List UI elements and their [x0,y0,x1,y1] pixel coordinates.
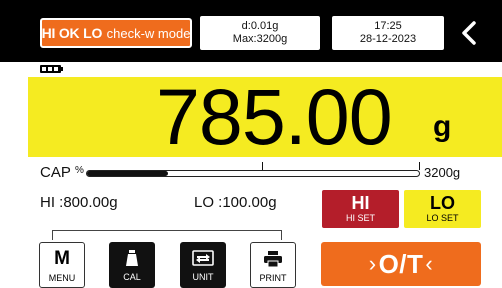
capacity-percent-symbol: % [75,165,84,176]
menu-glyph: M [54,248,70,269]
capacity-max-label: 3200g [424,165,461,180]
weight-unit: g [433,110,452,143]
date-text: 28-12-2023 [359,33,417,45]
printer-icon [263,248,283,270]
top-bar: HI OK LO check-w mode d:0.01g Max:3200g … [0,0,502,62]
lo-set-title: LO [430,193,455,213]
hi-set-caption: HI SET [345,213,375,223]
max-capacity-text: Max:3200g [232,33,288,45]
print-button[interactable]: PRINT [250,242,296,288]
cal-label: CAL [123,272,141,282]
unit-label: UNIT [192,272,214,282]
mode-label: check-w mode [106,25,191,41]
print-label: PRINT [259,273,287,283]
weight-icon [123,247,141,269]
unit-button[interactable]: UNIT [180,242,226,288]
swap-icon [192,247,214,269]
time-text: 17:25 [374,20,402,32]
resolution-info: d:0.01g Max:3200g [200,16,320,50]
lo-limit-value: LO :100.00g [194,194,277,211]
datetime-info: 17:25 28-12-2023 [332,16,444,50]
battery-icon [40,65,64,73]
hi-set-title: HI [351,193,370,213]
back-button[interactable] [452,14,486,52]
zero-tare-button[interactable]: › O/T ‹ [321,242,481,286]
check-weigh-mode-button[interactable]: HI OK LO check-w mode [40,18,192,48]
weight-readout: 785.00 [156,72,393,161]
key-group-bracket [52,230,282,240]
capacity-bar [86,170,420,177]
division-text: d:0.01g [241,20,279,32]
cal-button[interactable]: CAL [109,242,155,288]
menu-label: MENU [48,273,76,283]
hi-limit-value: HI :800.00g [40,194,118,211]
zero-right-arrow: ‹ [425,251,434,276]
mode-bold-label: HI OK LO [41,25,103,41]
zero-tare-label: O/T [378,248,424,279]
lo-set-caption: LO SET [426,213,459,223]
capacity-tick-mid [262,162,263,170]
capacity-label: CAP [40,164,71,181]
chevron-left-icon [462,21,476,45]
capacity-tick-end [419,162,420,170]
capacity-bar-fill [87,171,169,176]
lo-set-button[interactable]: LO LO SET [404,190,481,228]
zero-left-arrow: › [368,251,377,276]
scale-screen: HI OK LO check-w mode d:0.01g Max:3200g … [0,0,502,288]
menu-button[interactable]: M MENU [39,242,85,288]
hi-set-button[interactable]: HI HI SET [322,190,399,228]
